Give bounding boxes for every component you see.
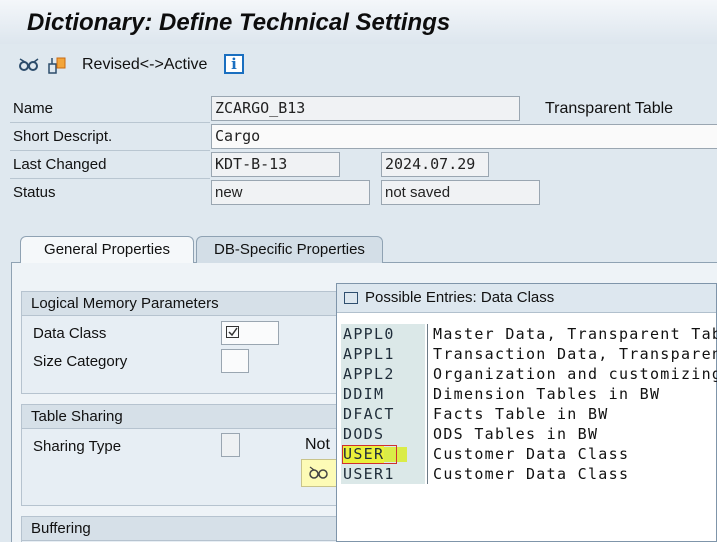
application-toolbar: Revised<->Active i (0, 44, 717, 86)
column-separator (427, 364, 428, 384)
list-item[interactable]: APPL2 Organization and customizing (341, 364, 717, 384)
last-changed-label: Last Changed (13, 156, 107, 173)
entry-description: Customer Data Class (433, 465, 630, 483)
logical-memory-group: Logical Memory Parameters Data Class Siz… (21, 291, 341, 394)
title-bar: Dictionary: Define Technical Settings (0, 0, 717, 44)
entry-code: DDIM (341, 384, 425, 404)
list-item[interactable]: DODS ODS Tables in BW (341, 424, 717, 444)
revised-active-button[interactable]: Revised<->Active (82, 56, 207, 74)
save-status-field[interactable]: not saved (381, 180, 540, 205)
column-separator (427, 404, 428, 424)
possible-entries-popup: Possible Entries: Data Class APPL0 Maste… (336, 283, 717, 542)
status-field[interactable]: new (211, 180, 370, 205)
glasses-icon[interactable] (18, 55, 40, 75)
column-separator (427, 464, 428, 484)
last-changed-row: Last Changed KDT-B-13 2024.07.29 (0, 151, 717, 179)
entry-code: DODS (341, 424, 425, 444)
group-title: Table Sharing (22, 405, 340, 429)
last-changed-date-field[interactable]: 2024.07.29 (381, 152, 489, 177)
dropdown-check-icon (226, 326, 239, 338)
entry-description: Master Data, Transparent Tabl (433, 325, 717, 343)
list-item[interactable]: APPL1 Transaction Data, Transparent (341, 344, 717, 364)
table-type: Transparent Table (545, 100, 674, 117)
list-item[interactable]: USER1 Customer Data Class (341, 464, 717, 484)
sharing-help-button[interactable] (301, 459, 337, 487)
entry-code: USER (341, 444, 425, 464)
list-item[interactable]: DFACT Facts Table in BW (341, 404, 717, 424)
short-description-field[interactable]: Cargo (211, 124, 717, 149)
entry-code: USER1 (341, 464, 425, 484)
table-sharing-group: Table Sharing Sharing Type (21, 404, 341, 506)
entry-description: Dimension Tables in BW (433, 385, 661, 403)
popup-title: Possible Entries: Data Class (365, 289, 555, 306)
size-category-input[interactable] (221, 349, 249, 373)
name-label: Name (13, 100, 54, 117)
group-title: Buffering (22, 517, 340, 541)
entry-code: DFACT (341, 404, 425, 424)
entry-code: APPL2 (341, 364, 425, 384)
list-item-selected[interactable]: USER Customer Data Class (341, 444, 717, 464)
entry-description: Facts Table in BW (433, 405, 609, 423)
column-separator (427, 344, 428, 364)
entry-code: APPL1 (341, 344, 425, 364)
short-description-label: Short Descript. (13, 128, 113, 145)
size-category-label: Size Category (33, 353, 128, 370)
activate-icon[interactable] (46, 55, 68, 75)
status-row: Status new not saved (0, 179, 717, 207)
name-row: Name ZCARGO_B13 Transparent Table (0, 95, 717, 123)
popup-title-bar: Possible Entries: Data Class (337, 284, 716, 313)
sharing-type-label: Sharing Type (33, 438, 122, 455)
tab-db-specific-properties[interactable]: DB-Specific Properties (196, 236, 383, 263)
entry-description: ODS Tables in BW (433, 425, 599, 443)
table-name-field[interactable]: ZCARGO_B13 (211, 96, 520, 121)
entries-list: APPL0 Master Data, Transparent Tabl APPL… (341, 324, 717, 484)
entry-code: APPL0 (341, 324, 425, 344)
last-changed-user-field[interactable]: KDT-B-13 (211, 152, 340, 177)
column-separator (427, 424, 428, 444)
info-icon[interactable]: i (224, 54, 244, 74)
entry-description: Transaction Data, Transparent (433, 345, 717, 363)
entry-description: Customer Data Class (433, 445, 630, 463)
page-title: Dictionary: Define Technical Settings (27, 9, 451, 36)
tab-general-properties[interactable]: General Properties (20, 236, 194, 263)
column-separator (427, 444, 428, 464)
glasses-icon (309, 466, 328, 479)
short-description-row: Short Descript. Cargo (0, 123, 717, 151)
group-title: Logical Memory Parameters (22, 292, 340, 316)
column-separator (427, 384, 428, 404)
table-header-fields: Name ZCARGO_B13 Transparent Table Short … (0, 95, 717, 207)
sharing-status-text: Not (305, 436, 330, 453)
buffering-group: Buffering (21, 516, 341, 542)
column-separator (427, 324, 428, 344)
data-class-input[interactable] (221, 321, 279, 345)
status-label: Status (13, 184, 56, 201)
list-item[interactable]: APPL0 Master Data, Transparent Tabl (341, 324, 717, 344)
data-class-label: Data Class (33, 325, 107, 342)
list-item[interactable]: DDIM Dimension Tables in BW (341, 384, 717, 404)
sharing-type-input[interactable] (221, 433, 240, 457)
window-icon (344, 292, 358, 304)
selection-outline (342, 445, 397, 464)
entry-description: Organization and customizing (433, 365, 717, 383)
